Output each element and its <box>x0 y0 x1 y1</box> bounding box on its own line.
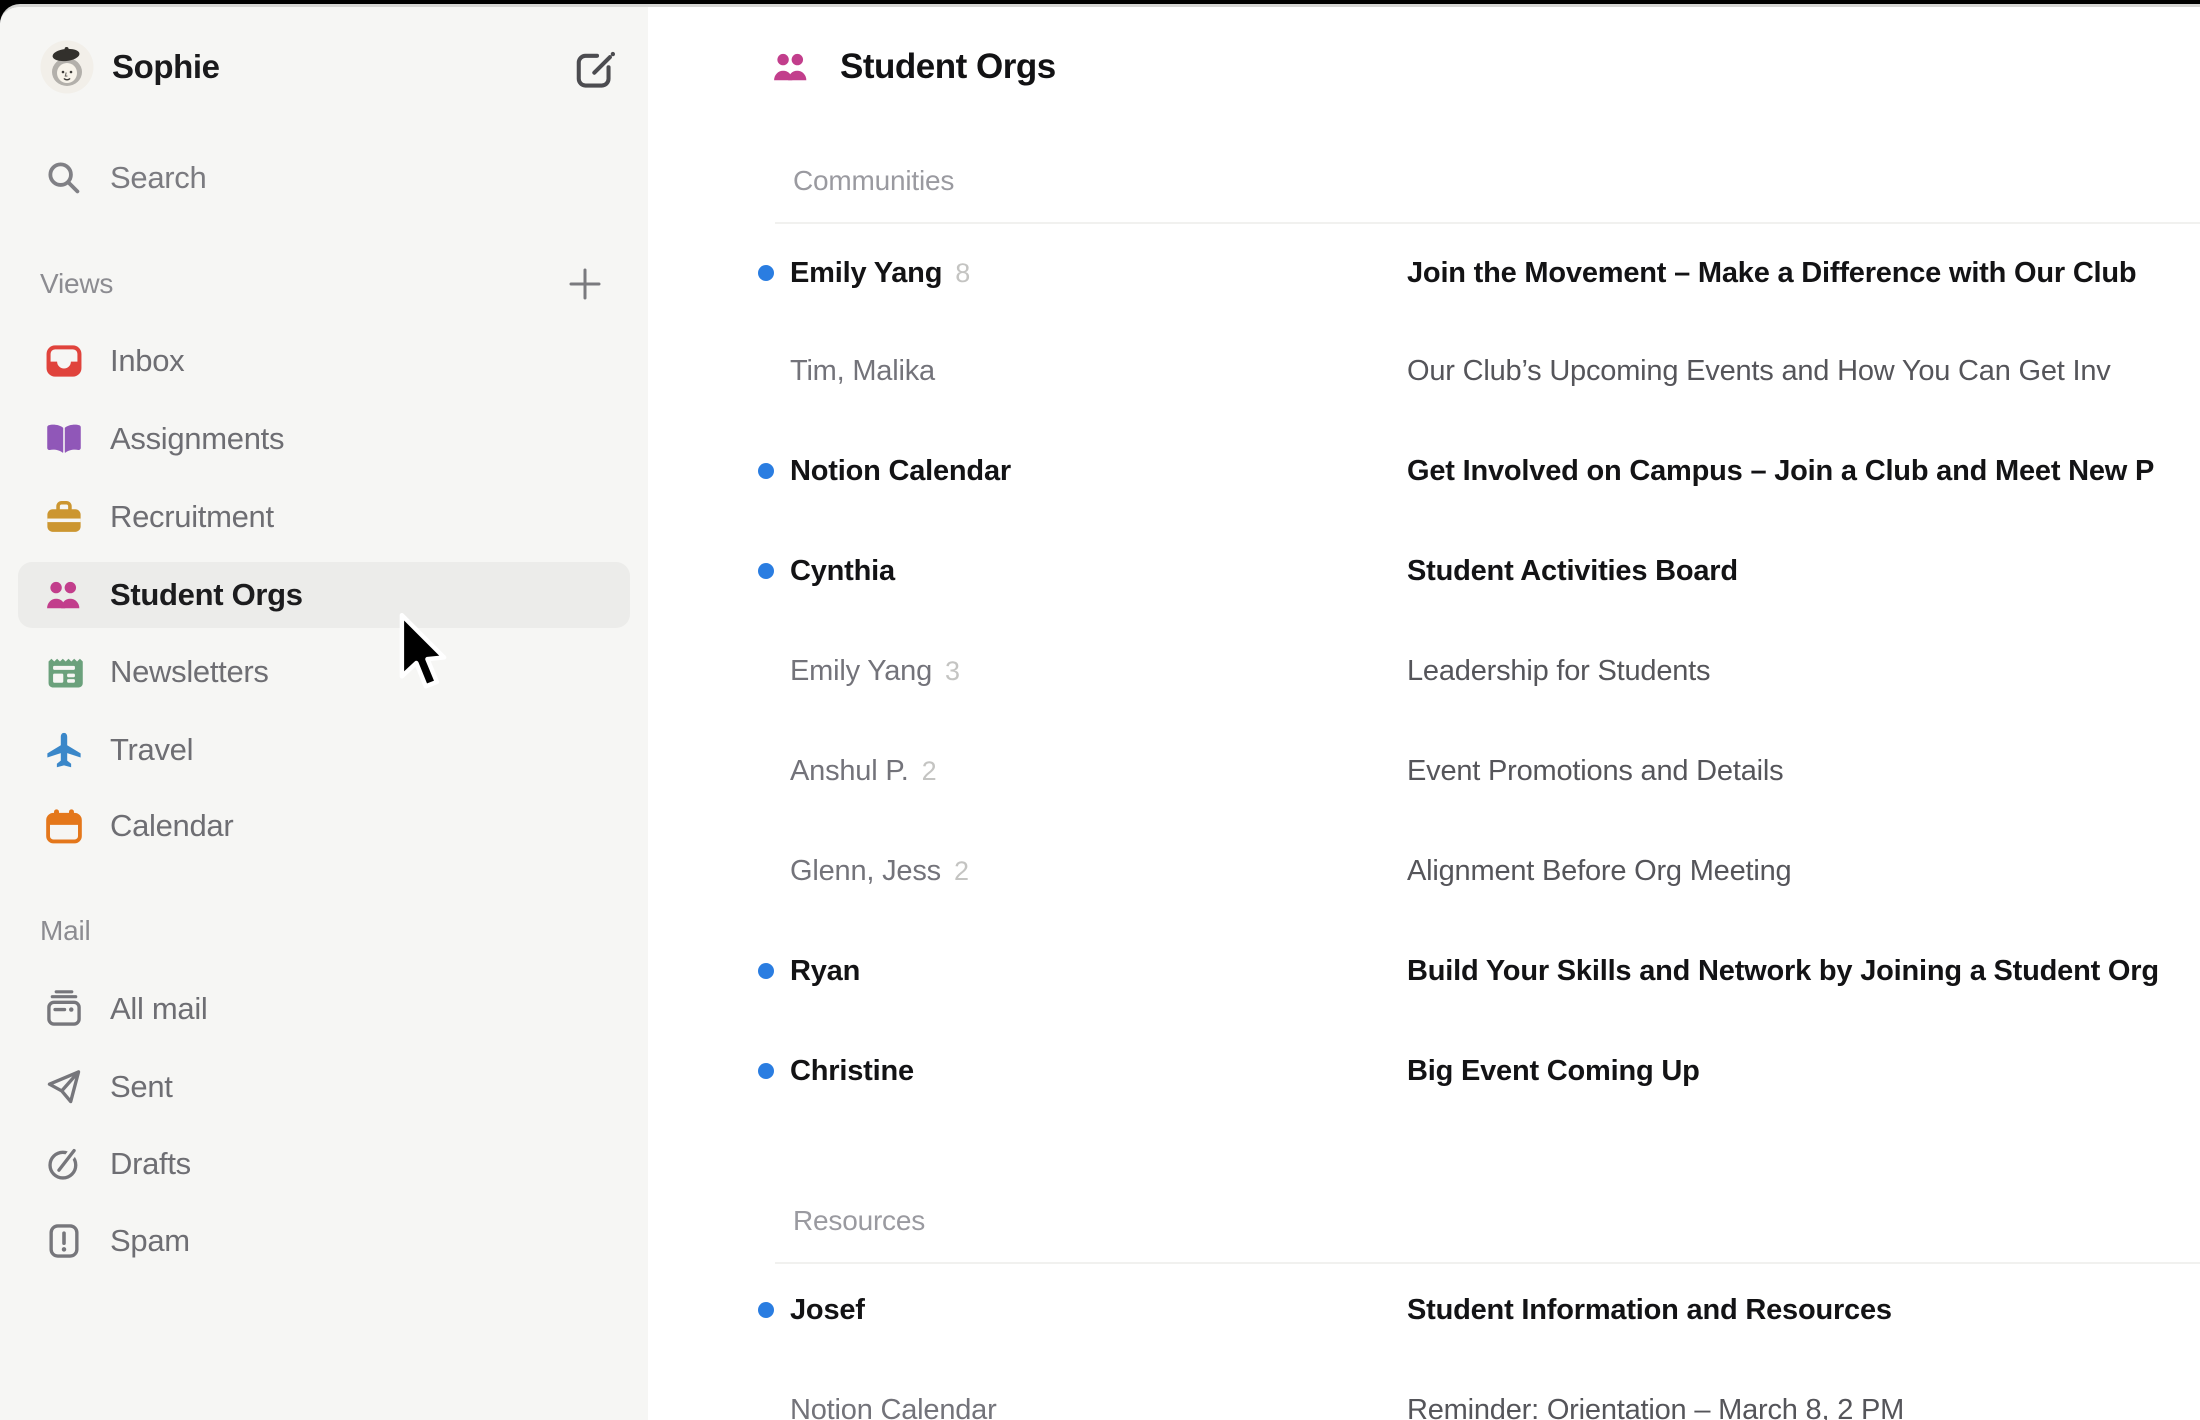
sidebar-item-label: Student Orgs <box>110 577 303 613</box>
sidebar-item-drafts[interactable]: Drafts <box>18 1131 630 1197</box>
sender-name: Cynthia <box>790 555 895 588</box>
sidebar-item-label: Drafts <box>110 1146 191 1182</box>
spam-icon <box>45 1222 83 1260</box>
message-row[interactable]: Emily Yang 3 Leadership for Students <box>648 621 2200 721</box>
message-row[interactable]: Emily Yang 8 Join the Movement – Make a D… <box>648 223 2200 323</box>
search-placeholder: Search <box>110 160 206 196</box>
message-row[interactable]: Glenn, Jess 2 Alignment Before Org Meetin… <box>648 821 2200 921</box>
search-icon <box>45 159 83 197</box>
search-input[interactable]: Search <box>18 145 630 211</box>
newspaper-icon <box>45 653 83 691</box>
sender-name: Emily Yang <box>790 655 932 688</box>
message-row[interactable]: Ryan Build Your Skills and Network by Jo… <box>648 921 2200 1021</box>
sidebar-item-inbox[interactable]: Inbox <box>18 328 630 394</box>
unread-dot <box>758 1063 774 1079</box>
drafts-icon <box>45 1145 83 1183</box>
add-view-button[interactable] <box>567 266 603 302</box>
sidebar-item-label: Calendar <box>110 808 233 844</box>
sender-name: Ryan <box>790 955 860 988</box>
message-list-pane: Student Orgs Communities Emily Yang 8 Joi… <box>648 7 2200 1420</box>
message-subject: Big Event Coming Up <box>1407 1055 1700 1088</box>
message-subject: Get Involved on Campus – Join a Club and… <box>1407 455 2154 488</box>
account-name: Sophie <box>112 48 220 86</box>
sidebar-item-all-mail[interactable]: All mail <box>18 976 630 1042</box>
message-subject: Reminder: Orientation – March 8, 2 PM <box>1407 1394 1904 1420</box>
sidebar-item-label: Sent <box>110 1069 173 1105</box>
message-row[interactable]: Christine Big Event Coming Up <box>648 1021 2200 1121</box>
sidebar-item-calendar[interactable]: Calendar <box>18 793 630 859</box>
message-subject: Student Information and Resources <box>1407 1294 1892 1327</box>
all-mail-icon <box>45 990 83 1028</box>
user-avatar <box>40 40 94 94</box>
plus-icon <box>567 266 603 302</box>
message-subject: Our Club’s Upcoming Events and How You C… <box>1407 355 2111 388</box>
account-switcher[interactable]: Sophie <box>40 37 220 97</box>
message-row[interactable]: Josef Student Information and Resources <box>648 1260 2200 1360</box>
sidebar-item-label: Assignments <box>110 421 284 457</box>
sender-name: Glenn, Jess <box>790 855 941 888</box>
page-title: Student Orgs <box>840 47 1056 87</box>
message-subject: Alignment Before Org Meeting <box>1407 855 1791 888</box>
sidebar-item-spam[interactable]: Spam <box>18 1208 630 1274</box>
airplane-icon <box>45 731 83 769</box>
people-icon <box>45 576 83 614</box>
unread-dot <box>758 963 774 979</box>
sidebar-item-label: All mail <box>110 991 208 1027</box>
sidebar: Sophie Search Views <box>0 7 648 1420</box>
sender-name: Emily Yang <box>790 257 942 290</box>
sidebar-item-newsletters[interactable]: Newsletters <box>18 639 630 705</box>
section-label-communities: Communities <box>793 165 954 197</box>
mail-section-label: Mail <box>40 915 91 947</box>
sidebar-item-recruitment[interactable]: Recruitment <box>18 484 630 550</box>
unread-dot <box>758 463 774 479</box>
calendar-icon <box>45 807 83 845</box>
sidebar-item-travel[interactable]: Travel <box>18 717 630 783</box>
message-row[interactable]: Anshul P. 2 Event Promotions and Details <box>648 721 2200 821</box>
message-subject: Build Your Skills and Network by Joining… <box>1407 955 2159 988</box>
unread-dot <box>758 1302 774 1318</box>
views-section-label: Views <box>40 268 113 300</box>
sidebar-item-label: Spam <box>110 1223 190 1259</box>
sender-name: Tim, Malika <box>790 355 935 388</box>
unread-dot <box>758 265 774 281</box>
thread-count: 2 <box>954 856 969 887</box>
message-row[interactable]: Notion Calendar Reminder: Orientation – … <box>648 1360 2200 1420</box>
sidebar-item-assignments[interactable]: Assignments <box>18 406 630 472</box>
thread-count: 2 <box>922 756 937 787</box>
sender-name: Christine <box>790 1055 914 1088</box>
view-header: Student Orgs <box>772 7 1056 127</box>
briefcase-icon <box>45 498 83 536</box>
sidebar-item-label: Inbox <box>110 343 184 379</box>
sidebar-item-label: Recruitment <box>110 499 274 535</box>
sender-name: Notion Calendar <box>790 1394 997 1420</box>
message-row[interactable]: Cynthia Student Activities Board <box>648 521 2200 621</box>
open-book-icon <box>45 420 83 458</box>
message-subject: Leadership for Students <box>1407 655 1710 688</box>
message-subject: Student Activities Board <box>1407 555 1738 588</box>
inbox-icon <box>45 342 83 380</box>
sender-name: Josef <box>790 1294 865 1327</box>
paperplane-icon <box>45 1068 83 1106</box>
sender-name: Notion Calendar <box>790 455 1011 488</box>
people-icon <box>772 48 810 86</box>
compose-icon[interactable] <box>572 47 618 93</box>
unread-dot <box>758 563 774 579</box>
sidebar-item-sent[interactable]: Sent <box>18 1054 630 1120</box>
message-row[interactable]: Notion Calendar Get Involved on Campus –… <box>648 421 2200 521</box>
message-subject: Event Promotions and Details <box>1407 755 1783 788</box>
message-row[interactable]: Tim, Malika Our Club’s Upcoming Events a… <box>648 321 2200 421</box>
thread-count: 8 <box>955 258 970 289</box>
sidebar-item-label: Travel <box>110 732 193 768</box>
thread-count: 3 <box>945 656 960 687</box>
sender-name: Anshul P. <box>790 755 909 788</box>
sidebar-item-label: Newsletters <box>110 654 269 690</box>
sidebar-item-student-orgs[interactable]: Student Orgs <box>18 562 630 628</box>
section-label-resources: Resources <box>793 1205 925 1237</box>
message-subject: Join the Movement – Make a Difference wi… <box>1407 257 2136 290</box>
mail-app-window: Sophie Search Views <box>0 4 2200 1420</box>
